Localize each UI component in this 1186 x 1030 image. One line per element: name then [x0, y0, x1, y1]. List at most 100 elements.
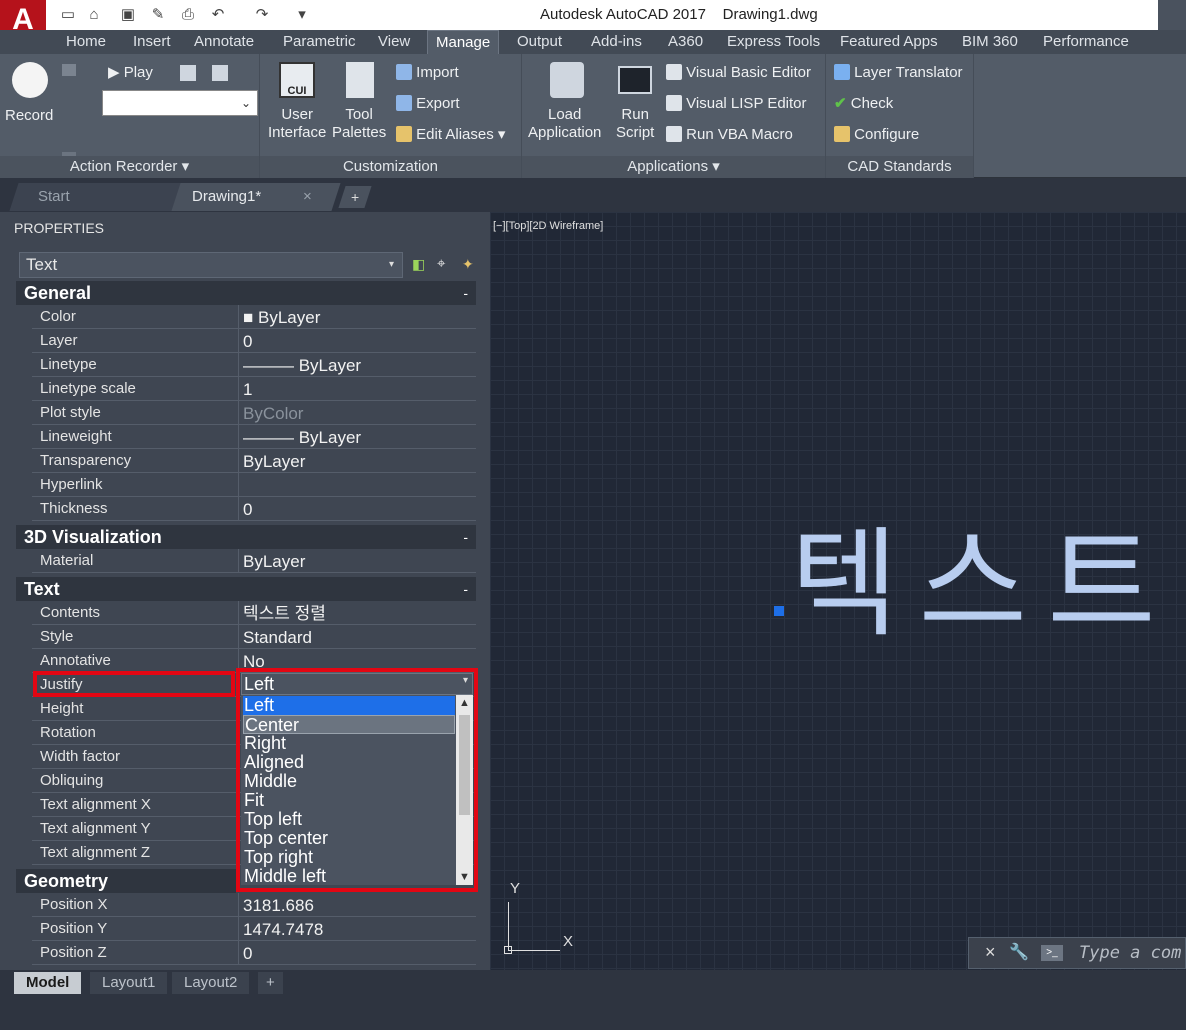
tab-start[interactable]: Start: [9, 183, 189, 211]
justify-option[interactable]: Top left: [243, 810, 455, 829]
dropdown-scrollbar[interactable]: ▲ ▼: [456, 695, 473, 885]
play-button[interactable]: ▶ Play: [108, 64, 153, 82]
property-row[interactable]: Thickness 0: [32, 497, 476, 521]
property-value[interactable]: 0: [243, 500, 252, 520]
section-text[interactable]: Text -: [16, 577, 476, 601]
plot-icon[interactable]: ⎙: [178, 5, 198, 25]
load-application-button[interactable]: Load Application: [528, 106, 601, 142]
configure-button[interactable]: Configure: [834, 126, 919, 144]
run-vba-macro-button[interactable]: Run VBA Macro: [666, 126, 793, 144]
property-row[interactable]: Style Standard: [32, 625, 476, 649]
visual-lisp-editor-button[interactable]: Visual LISP Editor: [666, 95, 807, 113]
viewport-controls[interactable]: [−][Top][2D Wireframe]: [493, 220, 603, 232]
tab-featured-apps[interactable]: Featured Apps: [838, 30, 940, 54]
select-objects-icon[interactable]: ⌖: [437, 255, 445, 272]
user-interface-button[interactable]: User Interface: [268, 106, 326, 142]
new-icon[interactable]: ▭: [58, 5, 78, 25]
justify-option[interactable]: Fit: [243, 791, 455, 810]
command-input[interactable]: Type a com: [1079, 943, 1181, 963]
section-geometry[interactable]: Geometry: [16, 869, 236, 893]
justify-select[interactable]: Left ▾: [241, 673, 473, 695]
property-row[interactable]: Position Z 0: [32, 941, 476, 965]
property-value[interactable]: ByColor: [243, 404, 303, 424]
command-prompt-icon[interactable]: >_: [1041, 945, 1063, 961]
tab-performance[interactable]: Performance: [1041, 30, 1131, 54]
property-value[interactable]: No: [243, 652, 265, 672]
export-button[interactable]: Export: [396, 95, 460, 113]
tool-palettes-button[interactable]: Tool Palettes: [332, 106, 386, 142]
property-value[interactable]: Standard: [243, 628, 312, 648]
load-application-icon[interactable]: [550, 62, 584, 98]
tab-home[interactable]: Home: [64, 30, 108, 54]
preference-icon[interactable]: [180, 65, 196, 81]
chevron-down-icon[interactable]: ▾: [463, 675, 468, 686]
toggle-pickadd-icon[interactable]: ◧: [412, 256, 425, 273]
tab-add-ins[interactable]: Add-ins: [589, 30, 644, 54]
macro-select[interactable]: ⌄: [102, 90, 258, 116]
cui-icon[interactable]: CUI: [279, 62, 315, 98]
open-icon[interactable]: ⌂: [84, 5, 104, 25]
justify-option[interactable]: Right: [243, 734, 455, 753]
section-3d-visualization[interactable]: 3D Visualization -: [16, 525, 476, 549]
property-row[interactable]: Position X 3181.686: [32, 893, 476, 917]
property-row[interactable]: Lineweight ——— ByLayer: [32, 425, 476, 449]
tab-a360[interactable]: A360: [666, 30, 705, 54]
redo-icon[interactable]: ↷: [252, 5, 272, 25]
tab-view[interactable]: View: [376, 30, 412, 54]
save-icon[interactable]: ▣: [118, 5, 138, 25]
check-button[interactable]: ✔ Check: [834, 95, 893, 113]
property-value[interactable]: 텍스트 정렬: [243, 604, 326, 624]
section-general[interactable]: General -: [16, 281, 476, 305]
property-row[interactable]: Annotative No: [32, 649, 476, 673]
saveas-icon[interactable]: ✎: [148, 5, 168, 25]
property-row[interactable]: Transparency ByLayer: [32, 449, 476, 473]
chevron-down-icon[interactable]: ▾: [389, 256, 401, 274]
close-icon[interactable]: ×: [303, 183, 312, 211]
property-value[interactable]: ——— ByLayer: [243, 428, 361, 448]
property-value[interactable]: ByLayer: [243, 452, 305, 472]
record-button[interactable]: Record: [5, 107, 53, 125]
property-row[interactable]: Layer 0: [32, 329, 476, 353]
import-button[interactable]: Import: [396, 64, 459, 82]
manage-macros-icon[interactable]: [212, 65, 228, 81]
property-value[interactable]: 0: [243, 944, 252, 964]
text-object[interactable]: 텍스트: [790, 488, 1176, 659]
property-value[interactable]: 1474.7478: [243, 920, 323, 940]
tab-drawing1[interactable]: Drawing1* ×: [171, 183, 341, 211]
property-row[interactable]: Linetype ——— ByLayer: [32, 353, 476, 377]
property-row[interactable]: Material ByLayer: [32, 549, 476, 573]
undo-icon[interactable]: ↶: [208, 5, 228, 25]
applications-label[interactable]: Applications ▾: [522, 156, 825, 178]
tab-parametric[interactable]: Parametric: [281, 30, 358, 54]
tab-express-tools[interactable]: Express Tools: [725, 30, 822, 54]
justify-option[interactable]: Left: [243, 696, 455, 715]
property-row[interactable]: Plot style ByColor: [32, 401, 476, 425]
justify-option[interactable]: Middle left: [243, 867, 455, 886]
quick-select-icon[interactable]: ✦: [462, 256, 474, 273]
visual-basic-editor-button[interactable]: Visual Basic Editor: [666, 64, 811, 82]
property-value[interactable]: 1: [243, 380, 252, 400]
wrench-icon[interactable]: 🔧: [1009, 942, 1029, 962]
justify-option[interactable]: Top right: [243, 848, 455, 867]
tab-layout1[interactable]: Layout1: [90, 972, 168, 994]
property-row[interactable]: Color ■ ByLayer: [32, 305, 476, 329]
property-row[interactable]: Hyperlink: [32, 473, 476, 497]
property-value[interactable]: ■ ByLayer: [243, 308, 320, 328]
run-script-button[interactable]: Run Script: [616, 106, 654, 142]
tab-bim360[interactable]: BIM 360: [960, 30, 1020, 54]
tab-insert[interactable]: Insert: [131, 30, 173, 54]
scroll-thumb[interactable]: [459, 715, 470, 815]
tab-manage[interactable]: Manage: [427, 30, 500, 54]
tool-palettes-icon[interactable]: [346, 62, 374, 98]
run-script-icon[interactable]: [618, 66, 652, 94]
action-recorder-label[interactable]: Action Recorder ▾: [0, 156, 259, 178]
property-row[interactable]: Position Y 1474.7478: [32, 917, 476, 941]
record-icon[interactable]: [12, 62, 48, 98]
justify-option[interactable]: Aligned: [243, 753, 455, 772]
add-layout-button[interactable]: +: [258, 972, 283, 994]
property-row[interactable]: Linetype scale 1: [32, 377, 476, 401]
property-value[interactable]: 3181.686: [243, 896, 314, 916]
property-row[interactable]: Contents 텍스트 정렬: [32, 601, 476, 625]
edit-aliases-button[interactable]: Edit Aliases ▾: [396, 126, 505, 144]
layer-translator-button[interactable]: Layer Translator: [834, 64, 963, 82]
